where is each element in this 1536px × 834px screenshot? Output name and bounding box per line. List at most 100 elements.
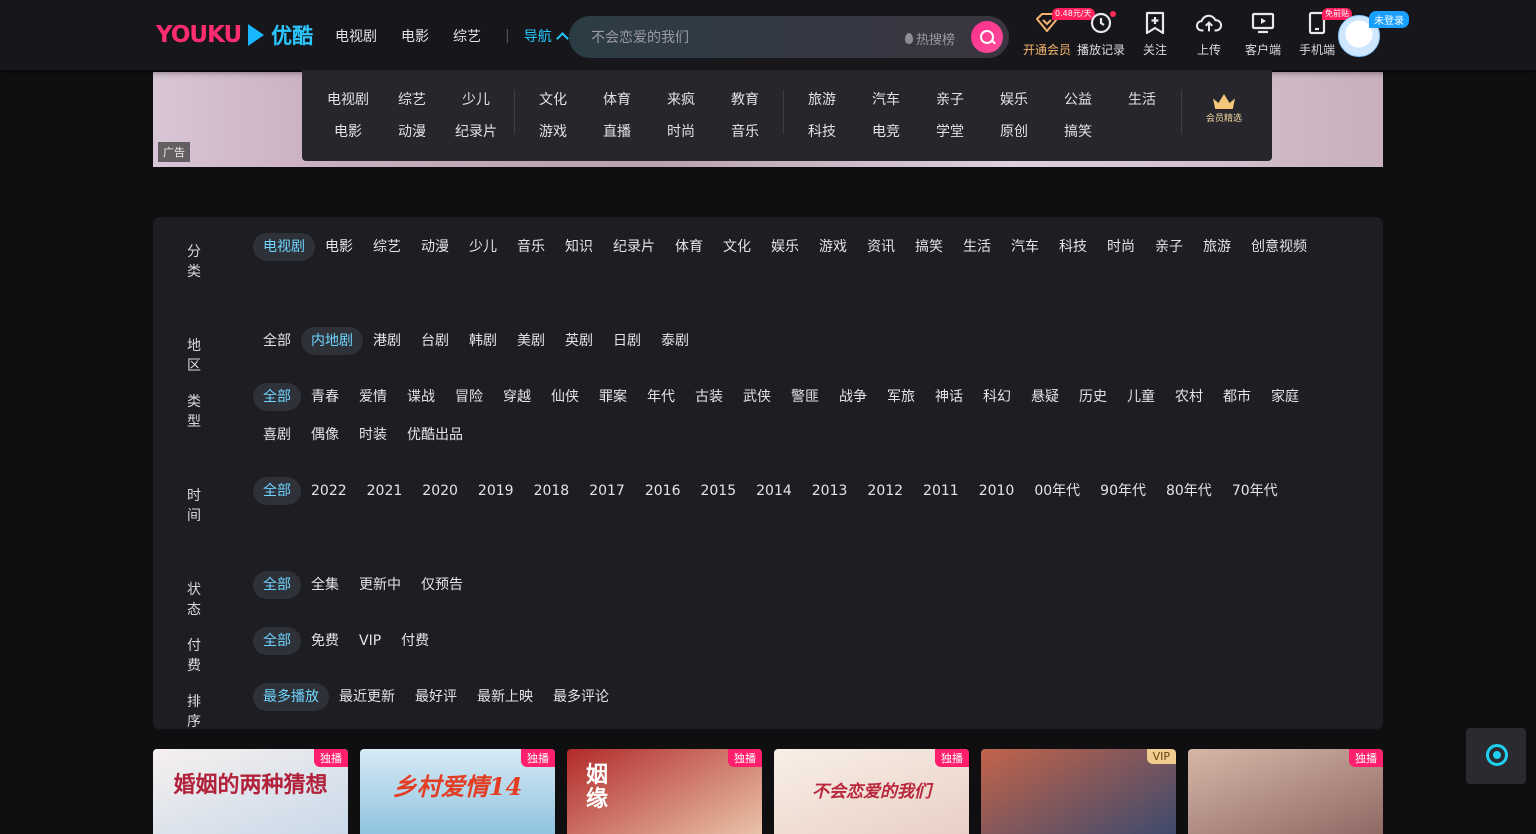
dropdown-item[interactable]: 体育 — [585, 90, 649, 122]
filter-option[interactable]: 偶像 — [301, 421, 349, 449]
vip-button[interactable]: 0.48元/天 开通会员 — [1020, 8, 1095, 58]
dropdown-item[interactable]: 亲子 — [918, 90, 982, 122]
filter-option[interactable]: 动漫 — [411, 233, 459, 261]
dropdown-item[interactable]: 娱乐 — [982, 90, 1046, 122]
filter-option[interactable]: VIP — [349, 627, 391, 655]
filter-option[interactable]: 80年代 — [1156, 477, 1222, 505]
filter-option[interactable]: 文化 — [713, 233, 761, 261]
filter-option[interactable]: 付费 — [391, 627, 439, 655]
filter-option[interactable]: 体育 — [665, 233, 713, 261]
filter-option[interactable]: 儿童 — [1117, 383, 1165, 411]
filter-option[interactable]: 军旅 — [877, 383, 925, 411]
filter-option[interactable]: 英剧 — [555, 327, 603, 355]
dropdown-item[interactable]: 电视剧 — [316, 90, 380, 122]
filter-option[interactable]: 搞笑 — [905, 233, 953, 261]
filter-option[interactable]: 年代 — [637, 383, 685, 411]
filter-option[interactable]: 全部 — [253, 327, 301, 355]
dropdown-item[interactable]: 电影 — [316, 122, 380, 154]
nav-item-tv[interactable]: 电视剧 — [335, 26, 377, 46]
filter-option[interactable]: 冒险 — [445, 383, 493, 411]
filter-option[interactable]: 农村 — [1165, 383, 1213, 411]
dropdown-item[interactable]: 少儿 — [444, 90, 508, 122]
video-card[interactable]: VIP — [981, 749, 1176, 834]
filter-option[interactable]: 旅游 — [1193, 233, 1241, 261]
filter-option[interactable]: 家庭 — [1261, 383, 1309, 411]
filter-option[interactable]: 资讯 — [857, 233, 905, 261]
filter-option[interactable]: 青春 — [301, 383, 349, 411]
filter-option[interactable]: 2021 — [357, 477, 413, 505]
filter-option[interactable]: 汽车 — [1001, 233, 1049, 261]
filter-option[interactable]: 都市 — [1213, 383, 1261, 411]
filter-option[interactable]: 古装 — [685, 383, 733, 411]
filter-option[interactable]: 2013 — [802, 477, 858, 505]
filter-option[interactable]: 全部 — [253, 627, 301, 655]
filter-option[interactable]: 科幻 — [973, 383, 1021, 411]
filter-option[interactable]: 穿越 — [493, 383, 541, 411]
filter-option[interactable]: 美剧 — [507, 327, 555, 355]
history-button[interactable]: 播放记录 — [1074, 10, 1128, 58]
filter-option[interactable]: 免费 — [301, 627, 349, 655]
video-card[interactable]: 独播 婚姻的两种猜想 — [153, 749, 348, 834]
dropdown-item[interactable]: 纪录片 — [444, 122, 508, 154]
filter-option[interactable]: 2016 — [635, 477, 691, 505]
dropdown-item[interactable]: 音乐 — [713, 122, 777, 154]
filter-option[interactable]: 最新上映 — [467, 683, 543, 711]
vip-selection-link[interactable]: 会员精选 — [1192, 94, 1256, 124]
nav-item-variety[interactable]: 综艺 — [453, 26, 481, 46]
filter-option[interactable]: 2012 — [857, 477, 913, 505]
filter-option[interactable]: 战争 — [829, 383, 877, 411]
filter-option[interactable]: 电影 — [315, 233, 363, 261]
dropdown-item[interactable]: 直播 — [585, 122, 649, 154]
filter-option[interactable]: 2010 — [969, 477, 1025, 505]
video-card[interactable]: 独播 不会恋爱的我们 — [774, 749, 969, 834]
filter-option[interactable]: 仙侠 — [541, 383, 589, 411]
filter-option[interactable]: 悬疑 — [1021, 383, 1069, 411]
hot-search-link[interactable]: 热搜榜 — [905, 29, 955, 48]
filter-option[interactable]: 知识 — [555, 233, 603, 261]
nav-menu-button[interactable]: 导航 — [524, 26, 569, 46]
dropdown-item[interactable]: 时尚 — [649, 122, 713, 154]
filter-option[interactable]: 最好评 — [405, 683, 467, 711]
youku-logo[interactable]: YOUKU 优酷 — [156, 20, 313, 50]
filter-option[interactable]: 武侠 — [733, 383, 781, 411]
filter-option[interactable]: 爱情 — [349, 383, 397, 411]
dropdown-item[interactable]: 综艺 — [380, 90, 444, 122]
filter-option[interactable]: 优酷出品 — [397, 421, 473, 449]
dropdown-item[interactable]: 公益 — [1046, 90, 1110, 122]
customer-service-button[interactable] — [1466, 728, 1526, 784]
filter-option[interactable]: 日剧 — [603, 327, 651, 355]
dropdown-item[interactable]: 旅游 — [790, 90, 854, 122]
filter-option[interactable]: 创意视频 — [1241, 233, 1317, 261]
filter-option[interactable]: 综艺 — [363, 233, 411, 261]
filter-option[interactable]: 全部 — [253, 477, 301, 505]
dropdown-item[interactable]: 原创 — [982, 122, 1046, 154]
dropdown-item[interactable]: 教育 — [713, 90, 777, 122]
filter-option[interactable]: 喜剧 — [253, 421, 301, 449]
filter-option[interactable]: 时装 — [349, 421, 397, 449]
filter-option[interactable]: 2018 — [524, 477, 580, 505]
filter-option[interactable]: 少儿 — [459, 233, 507, 261]
filter-option[interactable]: 2014 — [746, 477, 802, 505]
filter-option[interactable]: 历史 — [1069, 383, 1117, 411]
filter-option[interactable]: 2022 — [301, 477, 357, 505]
filter-option[interactable]: 韩剧 — [459, 327, 507, 355]
filter-option[interactable]: 台剧 — [411, 327, 459, 355]
search-button[interactable] — [971, 21, 1003, 53]
filter-option[interactable]: 全部 — [253, 571, 301, 599]
dropdown-item[interactable]: 文化 — [521, 90, 585, 122]
filter-option[interactable]: 娱乐 — [761, 233, 809, 261]
filter-option[interactable]: 2011 — [913, 477, 969, 505]
filter-option[interactable]: 生活 — [953, 233, 1001, 261]
filter-option[interactable]: 2015 — [690, 477, 746, 505]
filter-option[interactable]: 2019 — [468, 477, 524, 505]
filter-option[interactable]: 2020 — [412, 477, 468, 505]
dropdown-item[interactable]: 搞笑 — [1046, 122, 1110, 154]
dropdown-item[interactable]: 游戏 — [521, 122, 585, 154]
login-status-badge[interactable]: 未登录 — [1369, 11, 1409, 28]
filter-option[interactable]: 最近更新 — [329, 683, 405, 711]
dropdown-item[interactable]: 生活 — [1110, 90, 1174, 122]
client-button[interactable]: 客户端 — [1236, 10, 1290, 58]
filter-option[interactable]: 音乐 — [507, 233, 555, 261]
filter-option[interactable]: 全部 — [253, 383, 301, 411]
dropdown-item[interactable]: 汽车 — [854, 90, 918, 122]
